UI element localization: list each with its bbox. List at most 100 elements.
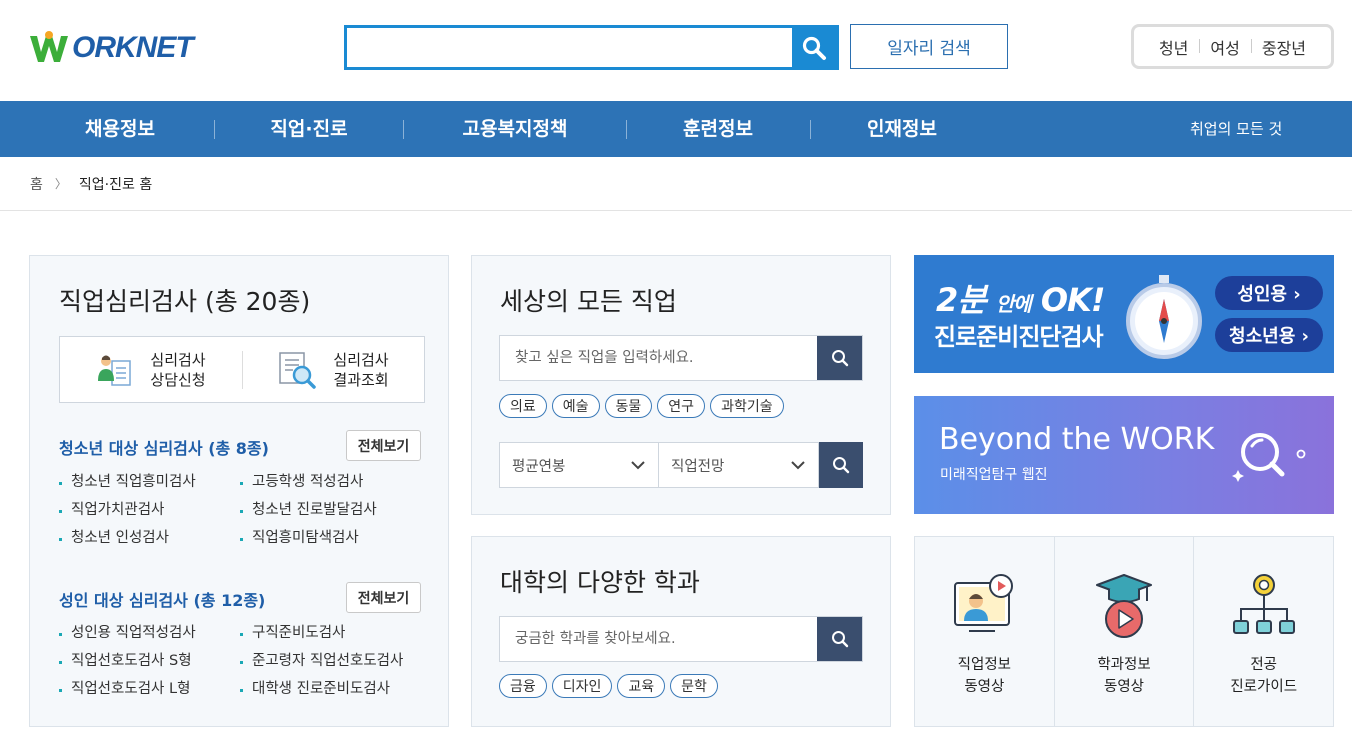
worknet-logo[interactable]: ORKNET: [28, 26, 203, 70]
major-career-guide-label: 전공 진로가이드: [1230, 657, 1298, 695]
major-tag[interactable]: 교육: [617, 674, 666, 698]
psych-result-button[interactable]: 심리검사 결과조회: [242, 337, 424, 402]
nav-divider: [214, 120, 215, 139]
psych-consult-label: 심리검사 상담신청: [150, 350, 206, 389]
search-icon: [802, 36, 826, 60]
youth-test-list: 청소년 직업흥미검사 고등학생 적성검사 직업가치관검사 청소년 진로발달검사 …: [59, 473, 419, 548]
nav-item-training[interactable]: 훈련정보: [668, 101, 768, 157]
chevron-right-icon: 〉: [54, 177, 67, 191]
breadcrumb-current: 직업·진로 홈: [78, 176, 153, 193]
job-info-video-link[interactable]: 직업정보 동영상: [915, 537, 1054, 726]
video-links-panel: 직업정보 동영상 학과정보 동영상 전공 진로가이드: [914, 536, 1334, 727]
logo-text: ORKNET: [72, 31, 194, 64]
career-readiness-banner[interactable]: 2분 안에 OK! 진로준비진단검사 성인용 › 청소년용 ›: [914, 255, 1334, 373]
test-link[interactable]: 직업가치관검사: [59, 501, 240, 520]
job-search-submit[interactable]: [817, 336, 862, 380]
nav-divider: [626, 120, 627, 139]
job-info-video-label: 직업정보 동영상: [957, 657, 1012, 695]
major-info-video-link[interactable]: 학과정보 동영상: [1053, 537, 1194, 726]
job-tags: 의료 예술 동물 연구 과학기술: [499, 394, 784, 418]
test-link[interactable]: 구직준비도검사: [240, 624, 420, 643]
test-link[interactable]: 직업선호도검사 L형: [59, 680, 240, 699]
search-icon: [833, 457, 850, 474]
target-links: 청년 여성 중장년: [1131, 24, 1334, 69]
nav-item-jobs[interactable]: 채용정보: [70, 101, 170, 157]
job-tag[interactable]: 과학기술: [710, 394, 784, 418]
psych-test-title: 직업심리검사 (총 20종): [59, 287, 311, 316]
major-info-video-label: 학과정보 동영상: [1097, 657, 1151, 695]
main-search-box: [344, 25, 839, 70]
test-link[interactable]: 고등학생 적성검사: [240, 473, 420, 492]
graduation-play-icon: [1096, 574, 1152, 638]
main-search-input[interactable]: [347, 28, 792, 67]
stopwatch-icon: [1126, 275, 1202, 359]
nav-item-talent[interactable]: 인재정보: [852, 101, 952, 157]
beyond-the-work-banner[interactable]: Beyond the WORK 미래직업탐구 웹진: [914, 396, 1334, 514]
test-link[interactable]: 준고령자 직업선호도검사: [240, 652, 420, 671]
test-link[interactable]: 청소년 진로발달검사: [240, 501, 420, 520]
job-tag[interactable]: 연구: [657, 394, 706, 418]
job-filter-submit[interactable]: [819, 442, 863, 488]
job-filter-selects: 평균연봉 직업전망: [499, 442, 863, 488]
nav-divider: [810, 120, 811, 139]
major-tag[interactable]: 금융: [499, 674, 547, 698]
target-link-women[interactable]: 여성: [1199, 35, 1250, 59]
banner2-subtitle: 미래직업탐구 웹진: [940, 467, 1048, 483]
majors-panel: 대학의 다양한 학과 금융 디자인 교육 문학: [471, 536, 891, 727]
all-jobs-panel: 세상의 모든 직업 의료 예술 동물 연구 과학기술 평균연봉 직업전망: [471, 255, 891, 515]
major-tag[interactable]: 디자인: [551, 674, 613, 698]
test-link[interactable]: 성인용 직업적성검사: [59, 624, 240, 643]
test-link[interactable]: 청소년 인성검사: [59, 529, 240, 548]
psych-quick-links: 심리검사 상담신청 심리검사 결과조회: [59, 336, 425, 403]
youth-view-all-button[interactable]: 전체보기: [346, 430, 421, 461]
psych-test-panel: 직업심리검사 (총 20종) 심리검사 상담신청 심리검사 결과조회 청소년 대…: [29, 255, 449, 727]
breadcrumb-home[interactable]: 홈: [30, 174, 43, 194]
nav-divider: [403, 120, 404, 139]
main-navigation: 채용정보 직업·진로 고용복지정책 훈련정보 인재정보 취업의 모든 것: [0, 101, 1352, 157]
header: ORKNET 일자리 검색 청년 여성 중장년: [0, 0, 1352, 101]
job-search-button[interactable]: 일자리 검색: [850, 24, 1008, 69]
psych-consult-button[interactable]: 심리검사 상담신청: [60, 337, 242, 402]
all-jobs-title: 세상의 모든 직업: [500, 287, 677, 316]
adult-view-all-button[interactable]: 전체보기: [346, 582, 421, 613]
banner2-title: Beyond the WORK: [939, 422, 1215, 457]
outlook-select[interactable]: 직업전망: [659, 442, 819, 488]
banner1-subline: 진로준비진단검사: [934, 323, 1104, 351]
salary-select[interactable]: 평균연봉: [499, 442, 659, 488]
nav-all-about-employment[interactable]: 취업의 모든 것: [1190, 101, 1282, 157]
target-link-youth[interactable]: 청년: [1148, 35, 1199, 59]
video-lecture-icon: [954, 574, 1014, 632]
major-search-submit[interactable]: [817, 617, 862, 661]
psych-result-label: 심리검사 결과조회: [333, 350, 389, 389]
major-search-box: [499, 616, 863, 662]
test-link[interactable]: 청소년 직업흥미검사: [59, 473, 240, 492]
logo-w-icon: [30, 31, 68, 62]
document-magnifier-icon: [279, 351, 317, 389]
search-icon: [831, 631, 848, 648]
breadcrumb: 홈 〉 직업·진로 홈: [0, 157, 1352, 211]
test-link[interactable]: 직업흥미탐색검사: [240, 529, 420, 548]
magnifier-icon: [1232, 433, 1306, 482]
job-search-input[interactable]: [500, 336, 817, 380]
counselor-icon: [98, 355, 132, 386]
job-tag[interactable]: 의료: [499, 394, 547, 418]
major-search-input[interactable]: [500, 617, 817, 661]
major-tags: 금융 디자인 교육 문학: [499, 674, 718, 698]
adult-test-list: 성인용 직업적성검사 구직준비도검사 직업선호도검사 S형 준고령자 직업선호도…: [59, 624, 419, 699]
job-search-box: [499, 335, 863, 381]
nav-item-career[interactable]: 직업·진로: [250, 101, 368, 157]
chevron-down-icon: [631, 461, 645, 470]
job-tag[interactable]: 예술: [551, 394, 600, 418]
youth-version-button[interactable]: 청소년용 ›: [1215, 318, 1323, 352]
adult-test-title: 성인 대상 심리검사 (총 12종): [59, 591, 266, 610]
main-search-button[interactable]: [792, 28, 836, 67]
adult-version-button[interactable]: 성인용 ›: [1215, 276, 1323, 310]
test-link[interactable]: 대학생 진로준비도검사: [240, 680, 420, 699]
nav-item-welfare-policy[interactable]: 고용복지정책: [446, 101, 584, 157]
target-link-middle-aged[interactable]: 중장년: [1250, 35, 1317, 59]
major-career-guide-link[interactable]: 전공 진로가이드: [1193, 537, 1333, 726]
test-link[interactable]: 직업선호도검사 S형: [59, 652, 240, 671]
major-tag[interactable]: 문학: [670, 674, 718, 698]
chevron-down-icon: [791, 461, 805, 470]
job-tag[interactable]: 동물: [604, 394, 653, 418]
